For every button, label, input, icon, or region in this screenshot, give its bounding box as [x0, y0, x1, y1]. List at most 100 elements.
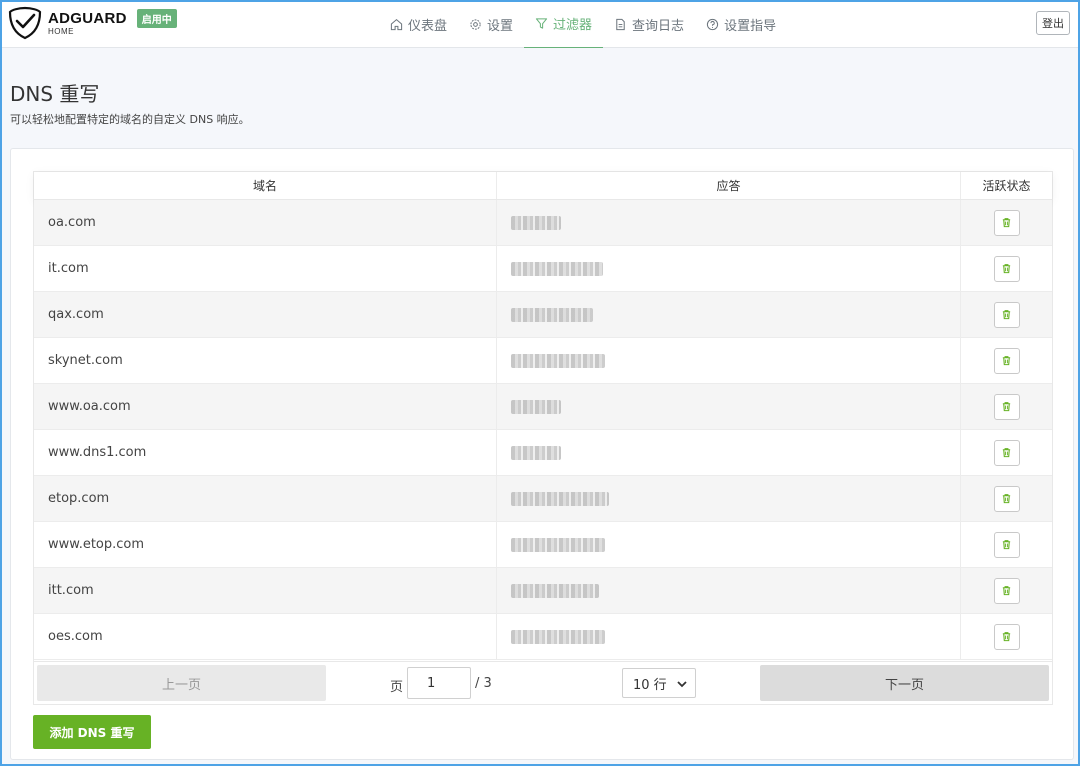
answer-cell — [497, 200, 961, 245]
rewrites-table: 域名 应答 活跃状态 oa.com it.com qax.com skynet.com… — [33, 171, 1053, 705]
column-header-actions: 活跃状态 — [982, 179, 1031, 193]
nav-filters[interactable]: 过滤器 — [524, 0, 604, 48]
logout-button[interactable]: 登出 — [1036, 11, 1070, 35]
page-total: / 3 — [475, 676, 492, 691]
redacted-answer — [511, 215, 561, 230]
add-dns-rewrite-button[interactable]: 添加 DNS 重写 — [33, 715, 151, 749]
document-icon — [616, 18, 625, 30]
domain-cell: qax.com — [34, 292, 497, 337]
top-header: ADGUARD HOME 启用中 仪表盘 设置 过滤器 查询日志 设置指导 登出 — [0, 0, 1080, 48]
redacted-answer — [511, 583, 599, 598]
answer-cell — [497, 292, 961, 337]
answer-cell — [497, 384, 961, 429]
trash-icon — [1002, 402, 1011, 412]
home-icon — [390, 18, 403, 30]
nav-setup-guide[interactable]: 设置指导 — [695, 0, 787, 48]
trash-icon — [1002, 218, 1011, 228]
gear-icon — [470, 18, 481, 30]
redacted-answer — [511, 307, 593, 322]
answer-cell — [497, 568, 961, 613]
shield-check-icon — [8, 6, 42, 40]
filter-icon — [535, 18, 548, 29]
delete-button[interactable] — [993, 531, 1020, 558]
domain-cell: skynet.com — [34, 338, 497, 383]
redacted-answer — [511, 537, 605, 552]
trash-icon — [1002, 494, 1011, 504]
trash-icon — [1002, 632, 1011, 642]
actions-cell — [961, 292, 1052, 337]
table-row: www.etop.com — [34, 522, 1052, 568]
delete-button[interactable] — [993, 209, 1020, 236]
column-header-domain[interactable]: 域名 — [34, 172, 497, 199]
delete-button[interactable] — [993, 439, 1020, 466]
delete-button[interactable] — [993, 255, 1020, 282]
domain-cell: oa.com — [34, 200, 497, 245]
actions-cell — [961, 476, 1052, 521]
trash-icon — [1002, 448, 1011, 458]
answer-cell — [497, 430, 961, 475]
trash-icon — [1002, 264, 1011, 274]
pagination: 上一页 页 1 / 3 10 行 下一页 — [34, 661, 1052, 704]
column-header-answer[interactable]: 应答 — [497, 172, 961, 199]
answer-cell — [497, 476, 961, 521]
answer-cell — [497, 522, 961, 567]
delete-button[interactable] — [993, 577, 1020, 604]
delete-button[interactable] — [993, 347, 1020, 374]
domain-cell: it.com — [34, 246, 497, 291]
rows-per-page-value: 10 行 — [633, 677, 667, 693]
actions-cell — [961, 246, 1052, 291]
help-icon — [706, 18, 719, 30]
rows-per-page-select[interactable]: 10 行 — [622, 668, 696, 698]
page-description: 可以轻松地配置特定的域名的自定义 DNS 响应。 — [10, 113, 250, 126]
trash-icon — [1002, 586, 1011, 596]
table-row: www.dns1.com — [34, 430, 1052, 476]
actions-cell — [961, 200, 1052, 245]
domain-cell: oes.com — [34, 614, 497, 659]
redacted-answer — [511, 399, 561, 414]
redacted-answer — [511, 491, 609, 506]
chevron-down-icon — [677, 681, 687, 688]
nav-settings[interactable]: 设置 — [458, 0, 524, 48]
nav-dashboard-label: 仪表盘 — [408, 18, 448, 34]
actions-cell — [961, 384, 1052, 429]
answer-cell — [497, 246, 961, 291]
table-row: skynet.com — [34, 338, 1052, 384]
actions-cell — [961, 338, 1052, 383]
redacted-answer — [511, 629, 605, 644]
app-name: ADGUARD — [48, 9, 127, 27]
status-badge: 启用中 — [136, 8, 177, 28]
table-body: oa.com it.com qax.com skynet.com www.oa.com w… — [34, 200, 1052, 660]
trash-icon — [1002, 540, 1011, 550]
nav-filters-label: 过滤器 — [553, 18, 593, 33]
actions-cell — [961, 522, 1052, 567]
delete-button[interactable] — [993, 393, 1020, 420]
redacted-answer — [511, 353, 605, 368]
app-logo[interactable]: ADGUARD HOME 启用中 — [8, 6, 177, 40]
redacted-answer — [511, 445, 561, 460]
table-row: oa.com — [34, 200, 1052, 246]
app-subname: HOME — [48, 26, 74, 36]
nav-query-log-label: 查询日志 — [632, 18, 685, 34]
table-header: 域名 应答 活跃状态 — [34, 172, 1052, 200]
actions-cell — [961, 614, 1052, 659]
domain-cell: www.dns1.com — [34, 430, 497, 475]
redacted-answer — [511, 261, 603, 276]
delete-button[interactable] — [993, 623, 1020, 650]
table-row: oes.com — [34, 614, 1052, 660]
rewrites-card: 域名 应答 活跃状态 oa.com it.com qax.com skynet.com… — [10, 148, 1074, 760]
table-row: it.com — [34, 246, 1052, 292]
delete-button[interactable] — [993, 485, 1020, 512]
page-title: DNS 重写 — [10, 82, 100, 106]
next-page-button[interactable]: 下一页 — [760, 665, 1049, 701]
answer-cell — [497, 614, 961, 659]
table-row: www.oa.com — [34, 384, 1052, 430]
nav-setup-guide-label: 设置指导 — [724, 18, 777, 34]
nav-query-log[interactable]: 查询日志 — [603, 0, 695, 48]
prev-page-button[interactable]: 上一页 — [37, 665, 326, 701]
trash-icon — [1002, 356, 1011, 366]
delete-button[interactable] — [993, 301, 1020, 328]
domain-cell: www.oa.com — [34, 384, 497, 429]
trash-icon — [1002, 310, 1011, 320]
nav-dashboard[interactable]: 仪表盘 — [390, 0, 458, 48]
page-number-input[interactable]: 1 — [407, 667, 471, 699]
